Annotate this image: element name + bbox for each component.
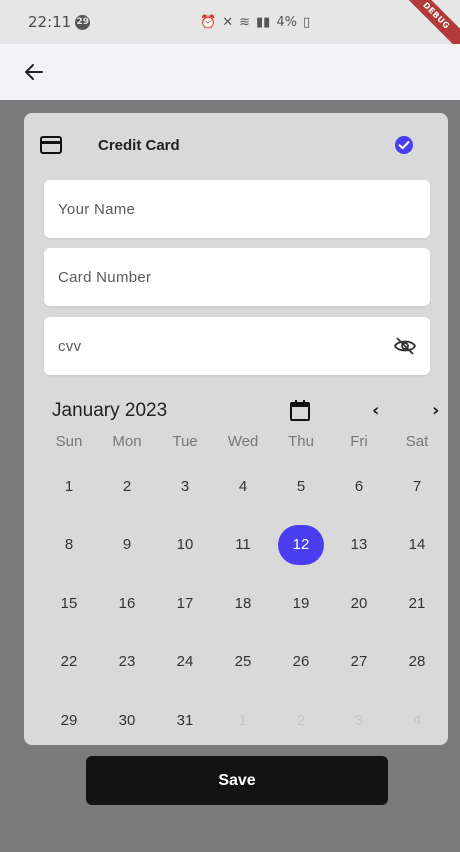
calendar-day[interactable]: 29 — [40, 700, 98, 740]
status-bar: 22:11 29 ⏰ ✕ ≋ ▮▮ 4% ▯ DEBUG — [0, 0, 460, 55]
calendar-day[interactable]: 2 — [98, 466, 156, 506]
cvv-input[interactable] — [58, 337, 430, 355]
status-icons: ⏰ ✕ ≋ ▮▮ 4% ▯ — [200, 0, 310, 44]
cvv-field[interactable] — [44, 317, 430, 375]
arrow-back-icon — [25, 64, 43, 80]
calendar-day-outside-month: 3 — [354, 711, 364, 729]
calendar-month-label: January 2023 — [52, 400, 168, 421]
calendar-day[interactable]: 30 — [98, 700, 156, 740]
calendar-day[interactable]: 6 — [330, 466, 388, 506]
calendar-week: 1 2 3 4 5 6 7 — [40, 457, 446, 516]
name-input[interactable] — [58, 200, 430, 218]
calendar-icon[interactable] — [288, 399, 312, 423]
wifi-icon: ≋ — [239, 14, 250, 30]
mute-icon: ✕ — [222, 14, 234, 30]
calendar-day[interactable]: 20 — [330, 583, 388, 623]
calendar-day[interactable]: 13 — [330, 525, 388, 565]
calendar-week: 8 9 10 11 12 13 14 — [40, 516, 446, 575]
calendar-day[interactable]: 7 — [388, 466, 446, 506]
weekday-label: Wed — [227, 433, 259, 450]
calendar-day[interactable]: 15 — [40, 583, 98, 623]
calendar-grid: Sun Mon Tue Wed Thu Fri Sat 1 2 3 4 5 6 … — [40, 433, 446, 750]
calendar-day[interactable]: 5 — [272, 466, 330, 506]
battery-level: 4% — [276, 14, 297, 30]
calendar-day-outside-month: 2 — [296, 711, 306, 729]
calendar-day[interactable]: 27 — [330, 642, 388, 682]
save-button[interactable]: Save — [86, 756, 388, 805]
weekday-label: Mon — [112, 433, 142, 450]
calendar-day[interactable]: 19 — [272, 583, 330, 623]
credit-card-icon — [40, 136, 62, 154]
calendar-day[interactable]: 14 — [388, 525, 446, 565]
next-month-button[interactable]: › — [432, 400, 439, 421]
calendar-day[interactable]: 21 — [388, 583, 446, 623]
weekday-label: Sat — [405, 433, 429, 450]
card-number-field[interactable] — [44, 248, 430, 306]
weekday-label: Sun — [55, 433, 83, 450]
calendar-day[interactable]: 3 — [156, 466, 214, 506]
weekday-label: Thu — [288, 433, 314, 450]
calendar-day[interactable]: 22 — [40, 642, 98, 682]
calendar-day[interactable]: 28 — [388, 642, 446, 682]
calendar-day[interactable]: 4 — [214, 466, 272, 506]
card-title: Credit Card — [98, 136, 180, 154]
calendar-day[interactable]: 8 — [40, 525, 98, 565]
notification-badge: 29 — [75, 14, 91, 30]
status-time: 22:11 — [28, 13, 72, 31]
check-circle-icon[interactable] — [394, 135, 414, 155]
calendar-day[interactable]: 1 — [40, 466, 98, 506]
calendar-day[interactable]: 9 — [98, 525, 156, 565]
battery-icon: ▯ — [302, 14, 311, 30]
calendar-day[interactable]: 17 — [156, 583, 214, 623]
selected-day-label: 12 — [278, 524, 324, 565]
credit-card-dialog: Credit Card January 2023 ‹ › Sun — [24, 113, 448, 745]
calendar-header: January 2023 ‹ › — [52, 396, 442, 426]
calendar-day[interactable]: 26 — [272, 642, 330, 682]
alarm-icon: ⏰ — [200, 14, 217, 30]
calendar-day[interactable]: 10 — [156, 525, 214, 565]
visibility-off-icon[interactable] — [394, 336, 416, 356]
card-header: Credit Card — [40, 133, 432, 157]
calendar-day[interactable]: 18 — [214, 583, 272, 623]
previous-month-button[interactable]: ‹ — [372, 400, 379, 421]
name-field[interactable] — [44, 180, 430, 238]
weekday-label: Tue — [172, 433, 198, 450]
calendar-day[interactable]: 31 — [156, 700, 214, 740]
signal-icon: ▮▮ — [256, 14, 271, 30]
calendar-day[interactable]: 23 — [98, 642, 156, 682]
calendar-day-selected[interactable]: 12 — [272, 524, 330, 565]
calendar-week: 22 23 24 25 26 27 28 — [40, 633, 446, 692]
status-time-group: 22:11 29 — [28, 13, 91, 31]
weekday-row: Sun Mon Tue Wed Thu Fri Sat — [40, 433, 446, 457]
calendar-day[interactable]: 24 — [156, 642, 214, 682]
calendar-week: 15 16 17 18 19 20 21 — [40, 574, 446, 633]
calendar-day-outside-month: 4 — [412, 711, 422, 729]
calendar-week: 29 30 31 1 2 3 4 — [40, 691, 446, 750]
back-button[interactable] — [22, 54, 58, 90]
calendar-day[interactable]: 25 — [214, 642, 272, 682]
calendar-day-outside-month: 1 — [238, 711, 248, 729]
calendar-day[interactable]: 16 — [98, 583, 156, 623]
app-bar — [0, 44, 460, 100]
weekday-label: Fri — [350, 433, 368, 450]
card-number-input[interactable] — [58, 268, 430, 286]
calendar-day[interactable]: 11 — [214, 525, 272, 565]
